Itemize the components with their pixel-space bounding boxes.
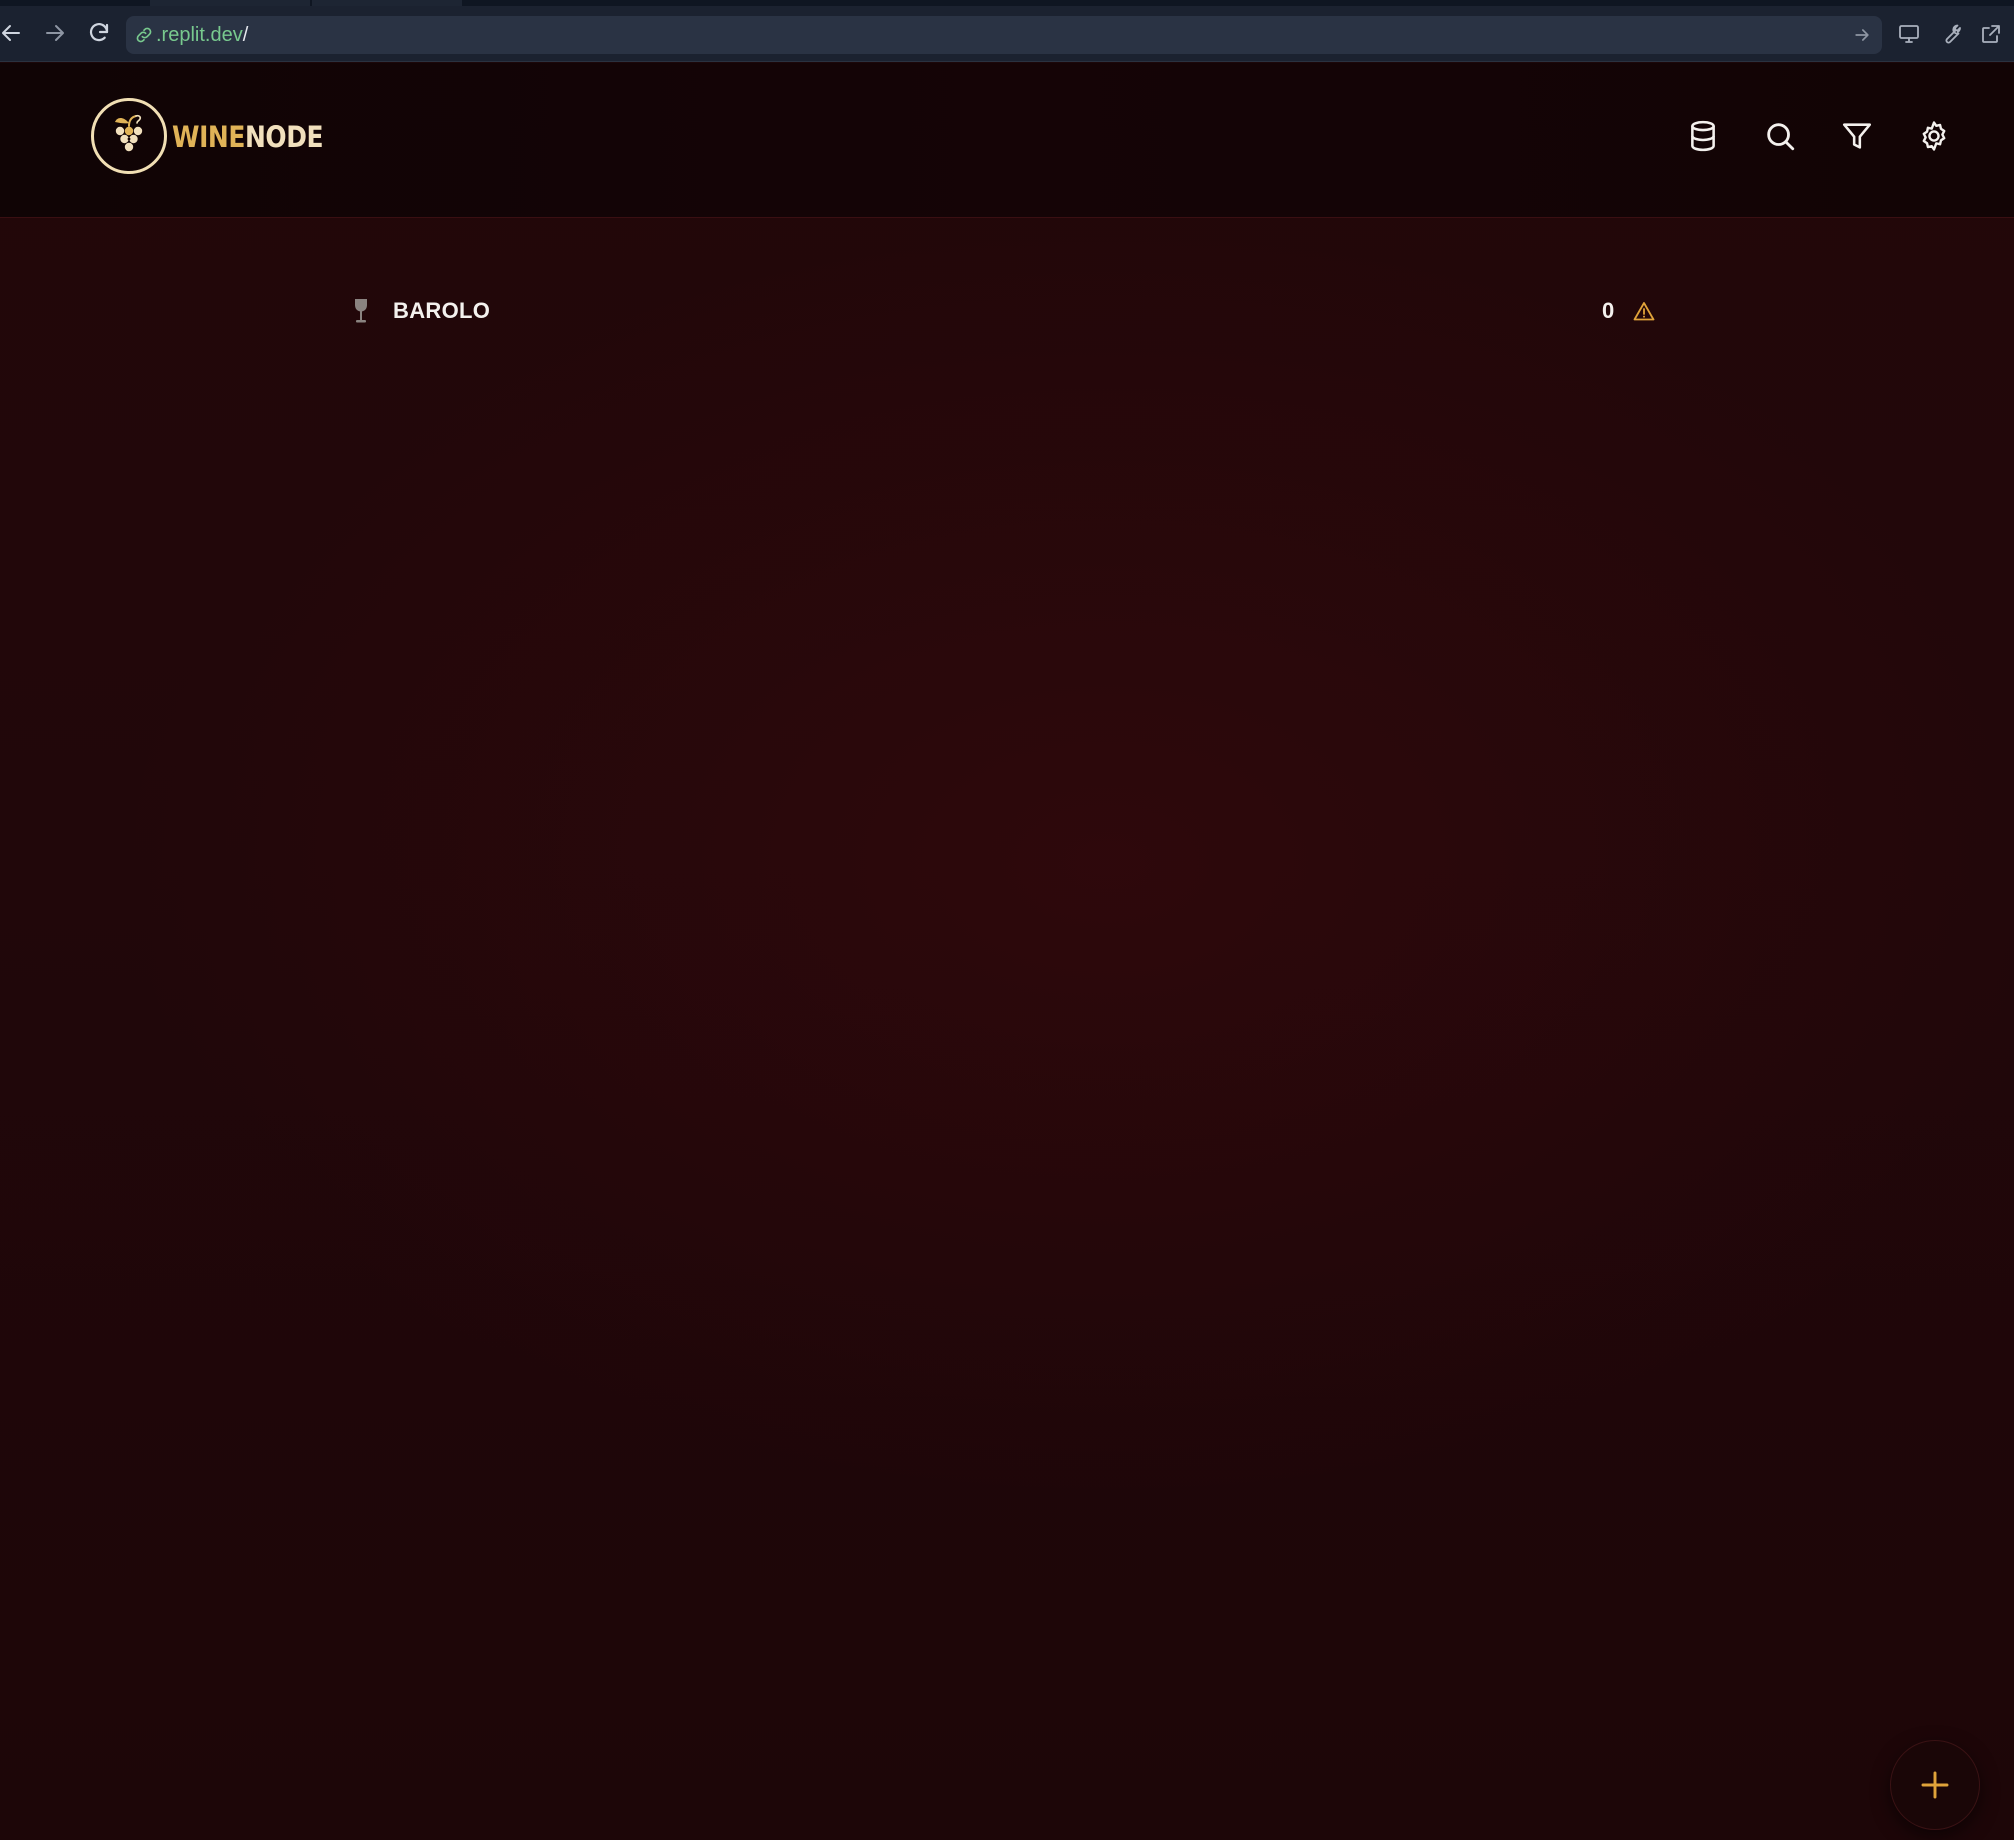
wine-glass-icon [355, 299, 367, 323]
external-link-icon [1982, 25, 2000, 43]
arrow-right-icon [46, 25, 64, 41]
database-icon [1691, 120, 1715, 152]
brand-part-1: WINE [172, 120, 245, 154]
address-bar[interactable]: .replit.dev/ [126, 16, 1882, 54]
arrow-right-icon[interactable] [1852, 25, 1872, 45]
grapes-icon [115, 114, 143, 152]
search-button[interactable] [1758, 114, 1802, 158]
forward-button[interactable] [38, 16, 72, 50]
brand-part-2: NODE [244, 120, 324, 154]
warning-triangle-icon [1633, 302, 1655, 321]
reload-button[interactable] [82, 16, 116, 50]
filter-button[interactable] [1835, 114, 1879, 158]
filter-icon [1842, 123, 1872, 149]
link-icon [136, 27, 152, 43]
monitor-icon [1899, 25, 1919, 43]
back-button[interactable] [0, 16, 28, 50]
arrow-left-icon [2, 25, 20, 41]
search-icon [1767, 123, 1795, 151]
database-button[interactable] [1681, 114, 1725, 158]
gear-icon [1922, 121, 1946, 151]
app-header: WINENODE [0, 63, 2014, 218]
wrench-icon [1945, 24, 1961, 44]
url-text[interactable]: .replit.dev/ [156, 16, 248, 54]
settings-button[interactable] [1912, 114, 1956, 158]
app-root: WINENODE BAROLO 0 [0, 63, 2014, 1840]
url-path: / [242, 24, 249, 46]
logo[interactable] [91, 98, 167, 174]
open-external-button[interactable] [1976, 19, 2006, 49]
plus-icon [1921, 1771, 1949, 1799]
preview-device-button[interactable] [1894, 19, 1924, 49]
refresh-icon [89, 23, 109, 42]
wine-name: BAROLO [393, 298, 491, 323]
wine-list-item[interactable]: BAROLO 0 [350, 283, 1660, 339]
wine-count: 0 [1602, 298, 1615, 323]
browser-toolbar: .replit.dev/ [0, 6, 2014, 62]
add-wine-button[interactable] [1890, 1740, 1980, 1830]
url-domain: .replit.dev [156, 24, 243, 46]
devtools-button[interactable] [1936, 19, 1966, 49]
brand-name: WINENODE [172, 117, 324, 157]
